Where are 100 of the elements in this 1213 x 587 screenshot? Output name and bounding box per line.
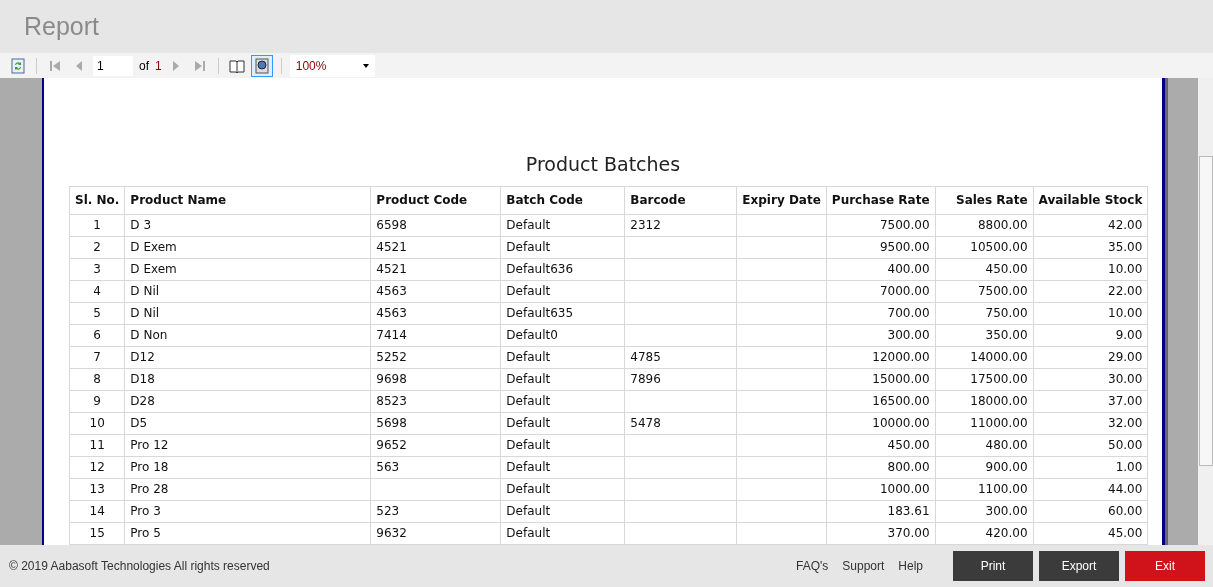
table-cell: 7000.00 bbox=[826, 280, 936, 302]
table-cell: 5 bbox=[69, 302, 125, 324]
table-cell: D5 bbox=[124, 412, 371, 434]
table-cell: 4 bbox=[69, 280, 125, 302]
table-cell: 183.61 bbox=[826, 500, 936, 522]
footer-link[interactable]: Support bbox=[842, 557, 885, 575]
table-cell: Default bbox=[500, 346, 625, 368]
table-cell: 5698 bbox=[370, 412, 501, 434]
table-cell: 370.00 bbox=[826, 522, 936, 544]
table-cell: 12000.00 bbox=[826, 346, 936, 368]
table-cell: 30.00 bbox=[1033, 368, 1148, 390]
table-cell: 7896 bbox=[624, 368, 737, 390]
table-cell: 45.00 bbox=[1033, 522, 1148, 544]
table-cell: 11 bbox=[69, 434, 125, 456]
table-cell: 32.00 bbox=[1033, 412, 1148, 434]
scrollbar-thumb[interactable] bbox=[1199, 156, 1213, 466]
table-cell: D12 bbox=[124, 346, 371, 368]
print-layout-icon[interactable] bbox=[250, 54, 273, 77]
table-cell: 13 bbox=[69, 478, 125, 500]
table-cell: 22.00 bbox=[1033, 280, 1148, 302]
table-cell: 8800.00 bbox=[935, 214, 1034, 236]
table-cell: 4521 bbox=[370, 236, 501, 258]
page-number-field[interactable]: 1 bbox=[93, 55, 133, 76]
zoom-dropdown[interactable]: 100% bbox=[289, 54, 375, 77]
table-cell: 50.00 bbox=[1033, 434, 1148, 456]
table-cell: D Nil bbox=[124, 302, 371, 324]
table-cell: Default bbox=[500, 412, 625, 434]
table-cell: Pro 28 bbox=[124, 478, 371, 500]
table-cell: 5252 bbox=[370, 346, 501, 368]
table-cell: Default bbox=[500, 368, 625, 390]
table-cell: 750.00 bbox=[935, 302, 1034, 324]
table-cell: 29.00 bbox=[1033, 346, 1148, 368]
table-cell: 35.00 bbox=[1033, 236, 1148, 258]
table-cell: 350.00 bbox=[935, 324, 1034, 346]
window-title: Report bbox=[24, 10, 100, 42]
table-cell: Default bbox=[500, 522, 625, 544]
table-cell: Default bbox=[500, 390, 625, 412]
table-cell: Default635 bbox=[500, 302, 625, 324]
column-header: Barcode bbox=[624, 186, 737, 214]
table-cell: D Non bbox=[124, 324, 371, 346]
table-cell: 420.00 bbox=[935, 522, 1034, 544]
page-count: 1 bbox=[155, 57, 162, 75]
table-cell: 6598 bbox=[370, 214, 501, 236]
table-cell: 8523 bbox=[370, 390, 501, 412]
table-cell: Default bbox=[500, 500, 625, 522]
table-cell: Default bbox=[500, 280, 625, 302]
table-cell: 42.00 bbox=[1033, 214, 1148, 236]
table-cell: 8 bbox=[69, 368, 125, 390]
table-cell: 7414 bbox=[370, 324, 501, 346]
table-cell: 563 bbox=[370, 456, 501, 478]
table-cell: Default0 bbox=[500, 324, 625, 346]
action-button[interactable]: Print bbox=[953, 551, 1033, 581]
copyright-text: © 2019 Aabasoft Technologies All rights reserved bbox=[9, 558, 270, 575]
scrollbar[interactable] bbox=[1198, 78, 1213, 545]
table-cell: 9652 bbox=[370, 434, 501, 456]
table-cell: 4563 bbox=[370, 302, 501, 324]
table-cell: Default bbox=[500, 456, 625, 478]
table-cell: 300.00 bbox=[935, 500, 1034, 522]
footer-link[interactable]: Help bbox=[898, 557, 923, 575]
table-cell: Default bbox=[500, 478, 625, 500]
caret-icon bbox=[362, 63, 369, 68]
table-cell: 1000.00 bbox=[826, 478, 936, 500]
column-header: Batch Code bbox=[500, 186, 625, 214]
table-cell: 16500.00 bbox=[826, 390, 936, 412]
table-cell: 480.00 bbox=[935, 434, 1034, 456]
table-cell: 15000.00 bbox=[826, 368, 936, 390]
table-cell: 2312 bbox=[624, 214, 737, 236]
table-cell: 15 bbox=[69, 522, 125, 544]
table-cell: 9.00 bbox=[1033, 324, 1148, 346]
table-cell: 10 bbox=[69, 412, 125, 434]
column-header: Sl. No. bbox=[69, 186, 125, 214]
report-title: Product Batches bbox=[525, 152, 681, 177]
refresh-icon[interactable] bbox=[8, 55, 28, 76]
table-cell: 1.00 bbox=[1033, 456, 1148, 478]
footer-link[interactable]: FAQ's bbox=[796, 557, 829, 575]
table-cell: Pro 18 bbox=[124, 456, 371, 478]
table-cell: D Exem bbox=[124, 258, 371, 280]
table-cell: D18 bbox=[124, 368, 371, 390]
table-cell: 10500.00 bbox=[935, 236, 1034, 258]
column-header: Expiry Date bbox=[736, 186, 827, 214]
table-cell: 6 bbox=[69, 324, 125, 346]
action-button[interactable]: Export bbox=[1039, 551, 1119, 581]
table-cell: 2 bbox=[69, 236, 125, 258]
table-cell: 5478 bbox=[624, 412, 737, 434]
table-cell: 14 bbox=[69, 500, 125, 522]
table-cell: 18000.00 bbox=[935, 390, 1034, 412]
table-cell: D Nil bbox=[124, 280, 371, 302]
exit-button[interactable]: Exit bbox=[1125, 551, 1205, 581]
table-cell: Default636 bbox=[500, 258, 625, 280]
table-cell: 44.00 bbox=[1033, 478, 1148, 500]
table-cell: Default bbox=[500, 236, 625, 258]
table-cell: 9500.00 bbox=[826, 236, 936, 258]
table-cell: Default bbox=[500, 434, 625, 456]
table-cell: 300.00 bbox=[826, 324, 936, 346]
table-cell: 10.00 bbox=[1033, 258, 1148, 280]
column-header: Product Code bbox=[370, 186, 501, 214]
table-cell: Pro 12 bbox=[124, 434, 371, 456]
of-label: of bbox=[139, 57, 149, 75]
table-cell: 1100.00 bbox=[935, 478, 1034, 500]
table-cell: 9698 bbox=[370, 368, 501, 390]
